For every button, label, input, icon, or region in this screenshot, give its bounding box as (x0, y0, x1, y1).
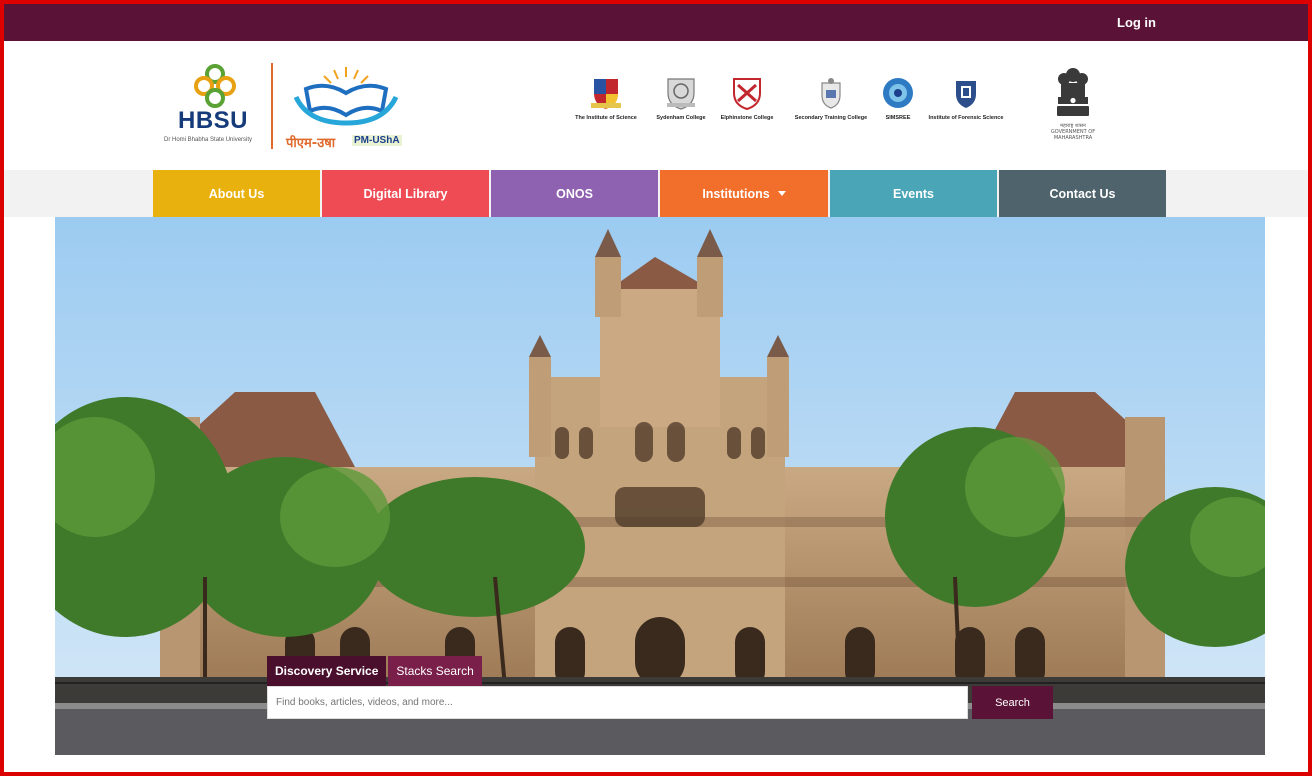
chevron-down-icon (777, 191, 786, 196)
simsree-crest-icon (883, 78, 913, 108)
nav-digital-library[interactable]: Digital Library (322, 170, 489, 217)
login-link[interactable]: Log in (1117, 15, 1156, 30)
college-label: Sydenham College (656, 115, 706, 121)
govt-line2: MAHARASHTRA (1053, 135, 1093, 141)
search-button[interactable]: Search (972, 686, 1053, 719)
sydenham-crest-icon (667, 78, 695, 110)
college-sydenham[interactable]: Sydenham College (650, 75, 712, 131)
forensic-science-crest-icon (956, 81, 976, 108)
elphinstone-crest-icon (733, 78, 761, 111)
heritage-building-photo (55, 217, 1265, 755)
college-institute-of-science[interactable]: The Institute of Science (564, 75, 648, 131)
pm-usha-english: PM-UShA (352, 135, 402, 146)
nav-label: Events (893, 186, 934, 201)
nav-institutions[interactable]: Institutions (660, 170, 828, 217)
open-book-hands-icon (293, 67, 399, 126)
college-logos: The Institute of Science Sydenham Colleg… (564, 75, 1014, 131)
tab-stacks-search[interactable]: Stacks Search (388, 656, 482, 686)
nav-label: Digital Library (363, 186, 448, 201)
hero-image (55, 217, 1265, 755)
pm-usha-hindi: पीएम-उषा (286, 136, 336, 151)
college-elphinstone[interactable]: Elphinstone College (714, 75, 780, 131)
college-label: The Institute of Science (575, 115, 637, 121)
nav-label: ONOS (556, 186, 593, 201)
nav-label: Contact Us (1049, 186, 1116, 201)
pm-usha-logo[interactable]: पीएम-उषा PM-UShA (286, 63, 406, 151)
college-label: Secondary Training College (794, 115, 868, 121)
hbsu-emblem-icon (194, 64, 236, 108)
nav-events[interactable]: Events (830, 170, 997, 217)
college-label: SIMSREE (885, 115, 911, 121)
header-logos: HBSU Dr Homi Bhabha State University पीए… (4, 41, 1308, 170)
govt-maharashtra-logo[interactable]: महाराष्ट्र शासन GOVERNMENT OF MAHARASHTR… (1048, 66, 1098, 148)
search-input[interactable] (268, 687, 967, 718)
institute-of-science-crest-icon (591, 79, 621, 109)
tab-discovery-service[interactable]: Discovery Service (267, 656, 387, 686)
hbsu-subtitle: Dr Homi Bhabha State University (164, 137, 253, 143)
nav-about-us[interactable]: About Us (153, 170, 320, 217)
secondary-training-crest-icon (821, 78, 841, 109)
college-secondary-training[interactable]: Secondary Training College (786, 75, 876, 131)
college-simsree[interactable]: SIMSREE (878, 75, 918, 131)
hbsu-logo[interactable]: HBSU Dr Homi Bhabha State University (164, 63, 274, 149)
search-box (267, 686, 968, 719)
main-nav: About Us Digital Library ONOS Institutio… (153, 170, 1168, 217)
college-label: Elphinstone College (720, 115, 774, 121)
national-emblem-icon (1057, 68, 1089, 116)
top-bar: Log in (4, 4, 1308, 41)
hbsu-name: HBSU (178, 107, 249, 134)
college-label: Institute of Forensic Science (928, 115, 1004, 121)
college-forensic-science[interactable]: Institute of Forensic Science (920, 75, 1012, 131)
nav-label: Institutions (702, 186, 770, 201)
nav-contact-us[interactable]: Contact Us (999, 170, 1166, 217)
logo-divider (271, 63, 273, 149)
nav-onos[interactable]: ONOS (491, 170, 658, 217)
nav-label: About Us (208, 186, 265, 201)
search-tabs: Discovery Service Stacks Search (267, 656, 482, 686)
